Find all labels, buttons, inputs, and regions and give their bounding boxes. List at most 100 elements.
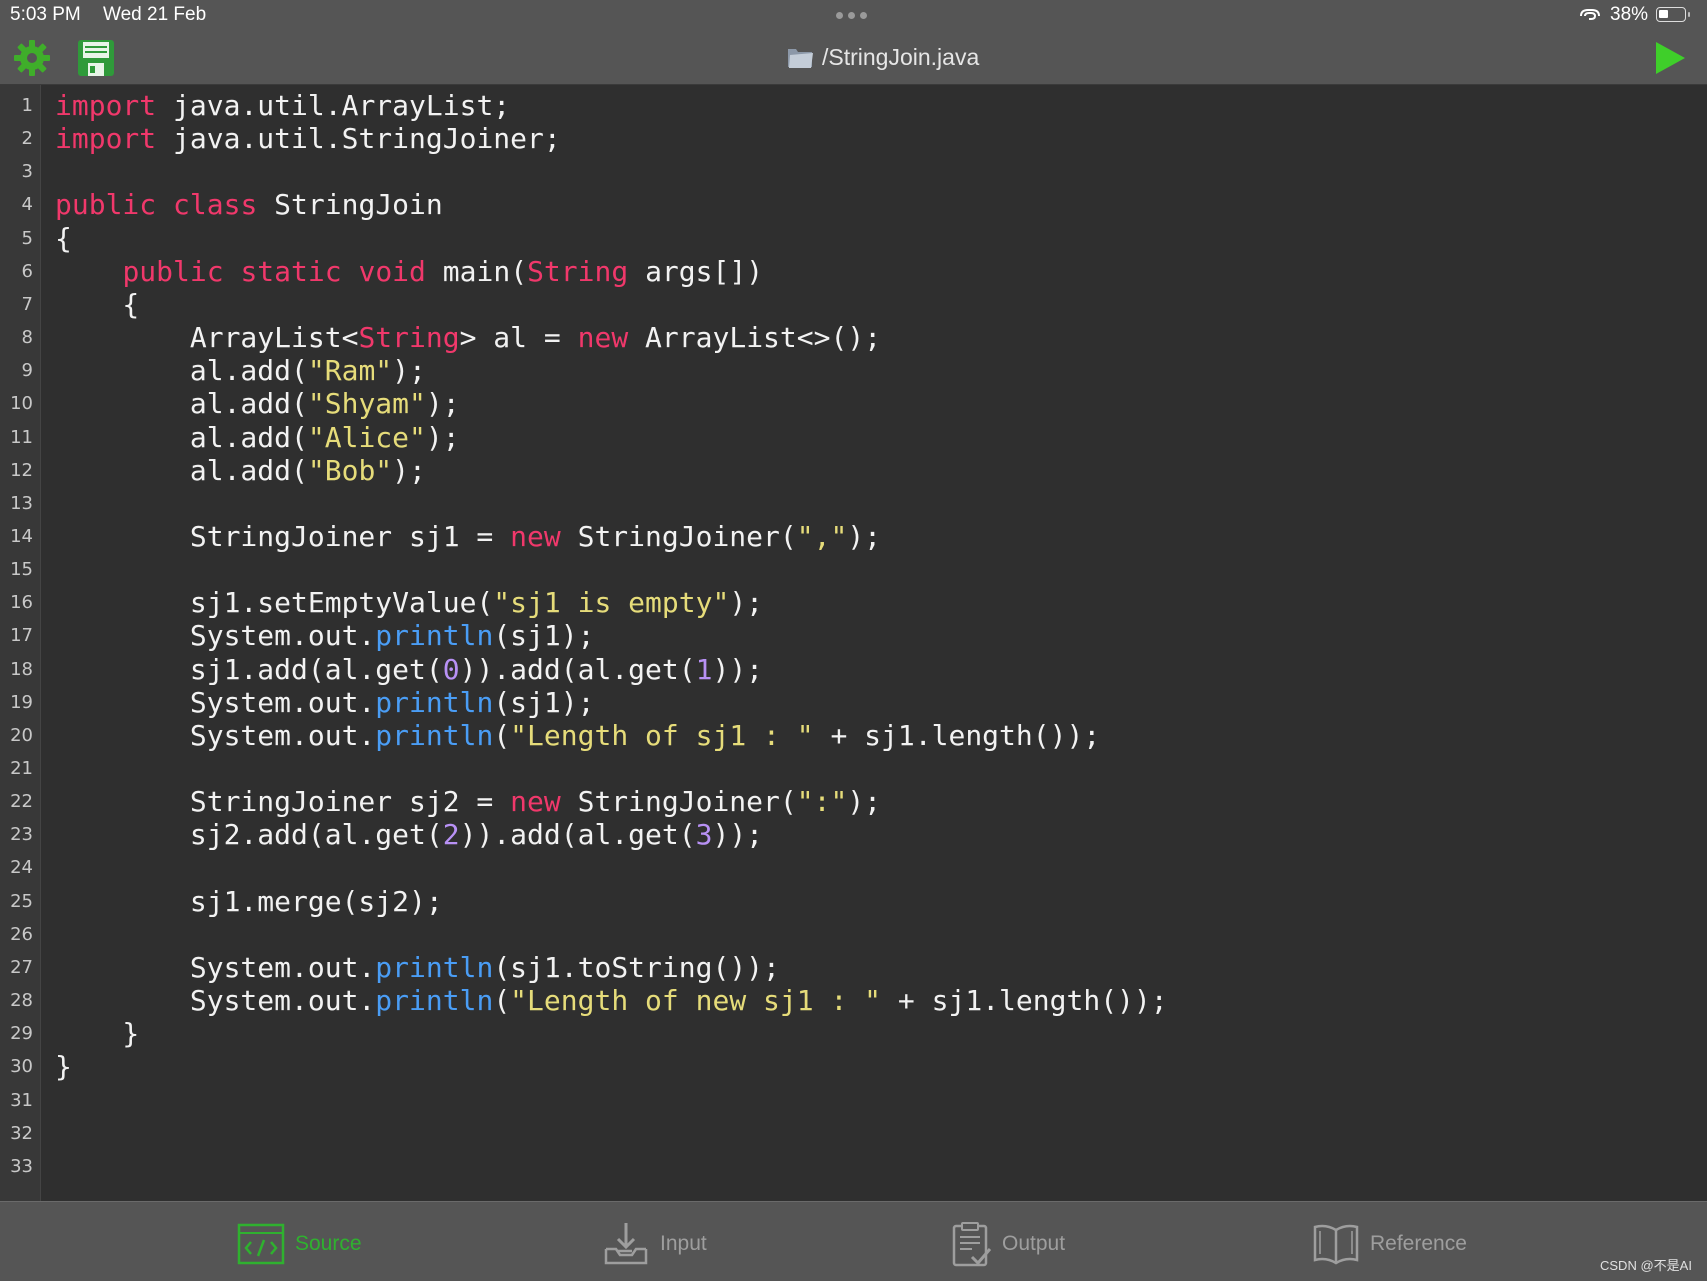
play-icon[interactable]: [1652, 39, 1688, 77]
code-line[interactable]: al.add("Alice");: [55, 421, 460, 454]
line-number: 22: [10, 791, 33, 812]
tab-reference[interactable]: Reference: [1312, 1220, 1467, 1268]
code-token: "Ram": [307, 354, 393, 387]
code-line[interactable]: StringJoiner sj1 = new StringJoiner(",")…: [55, 520, 881, 553]
line-number: 32: [10, 1123, 33, 1144]
code-line[interactable]: System.out.println("Length of new sj1 : …: [55, 984, 1168, 1017]
code-token: 3: [695, 818, 713, 851]
tab-output-label: Output: [1002, 1232, 1066, 1255]
code-token: String: [358, 321, 460, 354]
code-line[interactable]: al.add("Bob");: [55, 454, 426, 487]
code-token: static: [240, 255, 342, 288]
tab-input[interactable]: Input: [602, 1220, 707, 1268]
line-number: 21: [10, 758, 33, 779]
code-token: void: [358, 255, 426, 288]
code-token: al.add(: [55, 354, 308, 387]
code-token: (sj1);: [493, 686, 595, 719]
code-line[interactable]: {: [55, 288, 139, 321]
code-line[interactable]: sj2.add(al.get(2)).add(al.get(3));: [55, 818, 763, 851]
code-token: al.add(: [55, 387, 308, 420]
line-number: 25: [10, 891, 33, 912]
code-line[interactable]: System.out.println("Length of sj1 : " + …: [55, 719, 1100, 752]
code-token: + sj1.length());: [881, 984, 1168, 1017]
code-token: );: [392, 454, 426, 487]
code-token: "Length of new sj1 : ": [510, 984, 882, 1017]
code-token: StringJoiner sj2 =: [55, 785, 511, 818]
code-line[interactable]: System.out.println(sj1);: [55, 686, 595, 719]
code-token: "Length of sj1 : ": [510, 719, 814, 752]
code-line[interactable]: public class StringJoin: [55, 188, 443, 221]
line-number: 20: [10, 725, 33, 746]
code-line[interactable]: al.add("Ram");: [55, 354, 426, 387]
line-number: 7: [21, 294, 33, 315]
gear-icon[interactable]: [12, 38, 52, 78]
code-token: public: [122, 255, 224, 288]
code-token: )).add(al.get(: [459, 653, 696, 686]
line-number: 15: [10, 559, 33, 580]
code-token: (: [493, 984, 511, 1017]
code-token: println: [375, 619, 494, 652]
code-token: StringJoiner sj1 =: [55, 520, 511, 553]
code-token: new: [510, 785, 561, 818]
code-token: );: [392, 354, 426, 387]
code-line[interactable]: sj1.merge(sj2);: [55, 885, 443, 918]
line-number: 4: [21, 194, 33, 215]
code-token: ArrayList<>();: [628, 321, 882, 354]
code-token: java.util.ArrayList;: [156, 89, 511, 122]
code-line[interactable]: ArrayList<String> al = new ArrayList<>()…: [55, 321, 881, 354]
code-token: ":": [796, 785, 848, 818]
tab-reference-label: Reference: [1370, 1232, 1467, 1255]
code-token: sj2.add(al.get(: [55, 818, 443, 851]
multitasking-dots-icon[interactable]: [836, 12, 872, 20]
line-number: 33: [10, 1156, 33, 1177]
code-line[interactable]: import java.util.ArrayList;: [55, 89, 510, 122]
tab-source-label: Source: [295, 1232, 362, 1255]
code-token: );: [847, 785, 882, 818]
code-line[interactable]: sj1.setEmptyValue("sj1 is empty");: [55, 586, 763, 619]
code-line[interactable]: import java.util.StringJoiner;: [55, 122, 561, 155]
code-token: println: [375, 719, 494, 752]
code-token: System.out.: [55, 984, 376, 1017]
code-line[interactable]: public static void main(String args[]): [55, 255, 763, 288]
floppy-disk-icon[interactable]: [76, 38, 116, 78]
line-number: 16: [10, 592, 33, 613]
code-line[interactable]: System.out.println(sj1);: [55, 619, 595, 652]
code-token: al.add(: [55, 421, 308, 454]
code-token: public: [55, 188, 157, 221]
code-token: import: [55, 122, 157, 155]
download-tray-icon: [604, 1223, 648, 1265]
line-number: 13: [10, 493, 33, 514]
code-token: (sj1);: [493, 619, 595, 652]
code-token: );: [729, 586, 764, 619]
code-token: ));: [712, 653, 764, 686]
code-token: sj1.setEmptyValue(: [55, 586, 494, 619]
code-token: new: [510, 520, 561, 553]
code-line[interactable]: sj1.add(al.get(0)).add(al.get(1));: [55, 653, 763, 686]
line-number: 17: [10, 625, 33, 646]
code-line[interactable]: al.add("Shyam");: [55, 387, 460, 420]
bottom-tab-bar: Source Input Output Reference: [0, 1201, 1707, 1281]
code-line[interactable]: System.out.println(sj1.toString());: [55, 951, 780, 984]
code-token: import: [55, 89, 157, 122]
code-token: "Bob": [307, 454, 393, 487]
line-number: 18: [10, 659, 33, 680]
line-number: 14: [10, 526, 33, 547]
code-line[interactable]: {: [55, 222, 72, 255]
line-number: 11: [10, 427, 33, 448]
clipboard-check-icon: [952, 1222, 992, 1267]
code-token: sj1.add(al.get(: [55, 653, 443, 686]
code-token: );: [425, 387, 460, 420]
tab-output[interactable]: Output: [952, 1220, 1065, 1268]
code-token: System.out.: [55, 686, 376, 719]
code-token: new: [577, 321, 629, 354]
code-line[interactable]: StringJoiner sj2 = new StringJoiner(":")…: [55, 785, 881, 818]
code-editor[interactable]: 1 2 3 4 5 6 7 8 9 10 11 12 13 14 15 16 17 18 19 20 21 22 23 24 2…: [0, 85, 1707, 1201]
code-token: 0: [442, 653, 460, 686]
status-date: Wed 21 Feb: [103, 4, 207, 25]
code-line[interactable]: }: [55, 1017, 139, 1050]
code-line[interactable]: }: [55, 1050, 72, 1083]
line-number: 23: [10, 824, 33, 845]
tab-source[interactable]: Source: [237, 1220, 362, 1268]
